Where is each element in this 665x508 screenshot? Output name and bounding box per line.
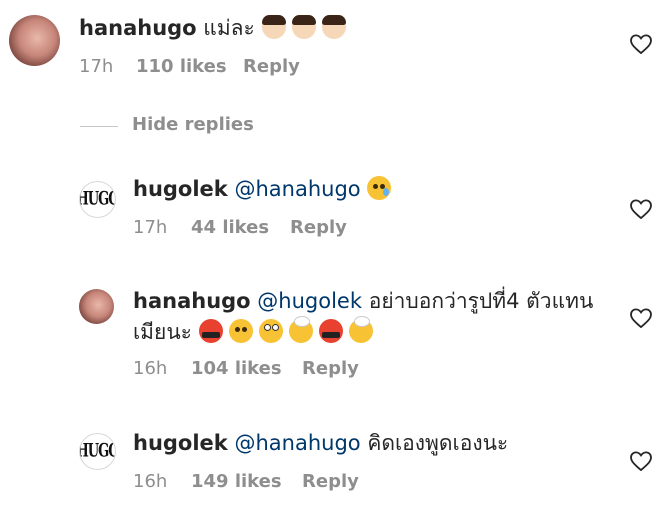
likes-count[interactable]: 110 likes bbox=[136, 56, 243, 77]
comment-meta: 16h 104 likes Reply bbox=[133, 358, 359, 379]
reply-button[interactable]: Reply bbox=[302, 471, 359, 492]
face-with-symbols-on-mouth-emoji-icon bbox=[198, 319, 223, 343]
username[interactable]: hugolek bbox=[133, 431, 228, 455]
face-with-symbols-on-mouth-emoji-icon bbox=[318, 319, 343, 343]
face-with-rolling-eyes-emoji-icon bbox=[258, 319, 283, 343]
reply-button[interactable]: Reply bbox=[302, 358, 359, 379]
timestamp: 16h bbox=[133, 358, 168, 379]
woman-facepalming-emoji-icon bbox=[321, 15, 346, 39]
comment-text: hugolek @hanahugo คิดเองพูดเองนะ bbox=[133, 428, 508, 459]
comment-meta: 17h 44 likes Reply bbox=[133, 217, 347, 238]
username[interactable]: hanahugo bbox=[79, 16, 197, 40]
avatar-hugolek[interactable]: HUGO bbox=[79, 433, 116, 470]
reply-button[interactable]: Reply bbox=[243, 56, 300, 77]
username[interactable]: hugolek bbox=[133, 177, 228, 201]
comment-text: hanahugo แม่ละ bbox=[79, 13, 352, 44]
exploding-head-emoji-icon bbox=[288, 316, 313, 343]
timestamp: 17h bbox=[79, 56, 114, 77]
comment-body: แม่ละ bbox=[203, 16, 255, 40]
mention-link[interactable]: @hanahugo bbox=[234, 431, 360, 455]
comment-text: hugolek @hanahugo bbox=[133, 174, 397, 205]
like-heart-icon[interactable] bbox=[630, 451, 652, 471]
exploding-head-emoji-icon bbox=[348, 316, 373, 343]
timestamp: 16h bbox=[133, 471, 168, 492]
like-heart-icon[interactable] bbox=[630, 34, 652, 54]
face-with-steam-from-nose-emoji-icon bbox=[228, 319, 253, 343]
reply-button[interactable]: Reply bbox=[290, 217, 347, 238]
likes-count[interactable]: 44 likes bbox=[191, 217, 290, 238]
woman-facepalming-emoji-icon bbox=[261, 15, 286, 39]
hugo-logo: HUGO bbox=[80, 189, 115, 210]
avatar-hanahugo[interactable] bbox=[9, 15, 60, 66]
mention-link[interactable]: @hugolek bbox=[257, 289, 362, 313]
hugo-logo: HUGO bbox=[80, 441, 115, 462]
comment-meta: 16h 149 likes Reply bbox=[133, 471, 359, 492]
avatar-hugolek[interactable]: HUGO bbox=[79, 181, 116, 218]
like-heart-icon[interactable] bbox=[630, 199, 652, 219]
mention-link[interactable]: @hanahugo bbox=[234, 177, 360, 201]
comment-body: อย่าบอกว่ารูปที่4 ตัวแทน bbox=[368, 289, 594, 313]
timestamp: 17h bbox=[133, 217, 168, 238]
hide-replies-button[interactable]: Hide replies bbox=[132, 114, 254, 135]
woman-facepalming-emoji-icon bbox=[291, 15, 316, 39]
hide-replies-divider bbox=[80, 126, 118, 127]
avatar-hanahugo[interactable] bbox=[79, 289, 114, 324]
likes-count[interactable]: 149 likes bbox=[191, 471, 302, 492]
like-heart-icon[interactable] bbox=[630, 308, 652, 328]
username[interactable]: hanahugo bbox=[133, 289, 251, 313]
comment-body: คิดเองพูดเองนะ bbox=[367, 431, 509, 455]
comment-text: hanahugo @hugolek อย่าบอกว่ารูปที่4 ตัวแ… bbox=[133, 286, 613, 348]
comment-body-line2: เมียนะ bbox=[133, 320, 192, 344]
crying-face-emoji-icon bbox=[367, 176, 392, 200]
likes-count[interactable]: 104 likes bbox=[191, 358, 302, 379]
comment-meta: 17h 110 likes Reply bbox=[79, 56, 300, 77]
